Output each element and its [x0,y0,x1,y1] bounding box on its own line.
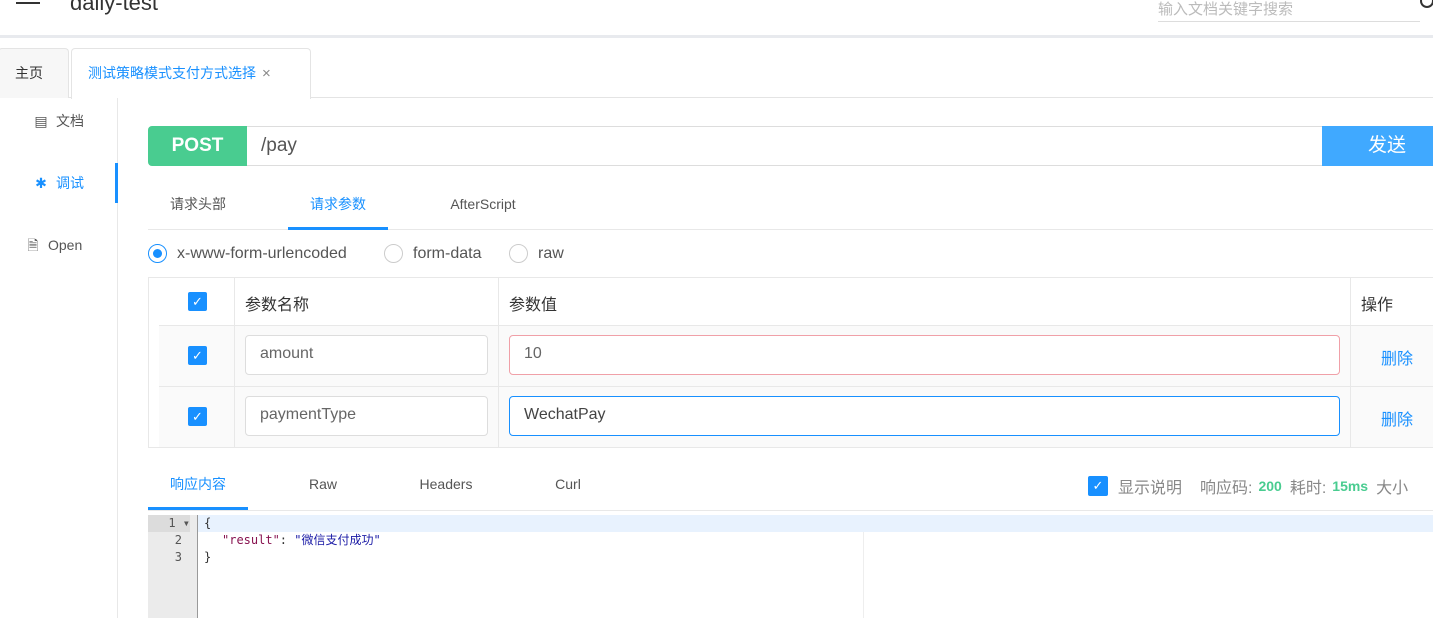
sidebar-item-label: Open [48,237,83,253]
time-value: 15ms [1332,478,1369,494]
column-header-name: 参数名称 [245,297,310,314]
radio-label: x-www-form-urlencoded [177,244,347,262]
row-checkbox[interactable]: ✓ [188,346,207,365]
row-checkbox[interactable]: ✓ [188,407,207,426]
search-icon[interactable] [1420,0,1433,8]
tab-label: 测试策略模式支付方式选择 [88,65,256,81]
tab-bar: 主页 测试策略模式支付方式选择 × [0,46,1433,99]
radio-label: raw [538,244,564,262]
show-desc-checkbox[interactable]: ✓ [1088,476,1108,496]
line-number: 2 [174,533,182,547]
radio-raw[interactable]: raw [509,244,564,263]
app-title: daily-test [70,0,159,15]
url-input[interactable]: /pay [247,126,1323,166]
tab-home[interactable]: 主页 [0,48,69,98]
sidebar-item-debug[interactable]: ✱ 调试 [0,163,118,203]
active-line-highlight [198,515,1433,532]
method-badge[interactable]: POST [148,126,247,166]
top-header: daily-test 输入文档关键字搜索 [0,0,1433,38]
file-icon: 🗎 [27,237,39,253]
code-line: } [204,550,212,564]
tab-params[interactable]: 请求参数 [288,182,388,230]
sidebar-item-label: 文档 [56,113,84,129]
code-line: { [204,516,212,530]
tab-response-headers[interactable]: Headers [396,462,496,510]
status-code-label: 响应码: [1200,480,1253,497]
send-button[interactable]: 发送 [1322,126,1433,166]
status-code: 200 [1258,478,1282,494]
tab-label: 主页 [15,65,43,81]
tab-afterscript[interactable]: AfterScript [433,182,533,230]
divider [159,325,1433,326]
delete-link[interactable]: 删除 [1381,345,1413,369]
divider [498,278,499,447]
divider [159,386,1433,387]
divider [234,278,235,447]
menu-collapse-icon[interactable] [16,0,40,10]
tab-headers[interactable]: 请求头部 [148,182,248,230]
size-label: 大小 [1376,480,1409,497]
radio-label: form-data [413,244,482,262]
request-tabs: 请求头部 请求参数 AfterScript [148,182,1433,230]
tab-response-content[interactable]: 响应内容 [148,462,248,510]
column-header-value: 参数值 [509,297,558,314]
radio-icon[interactable] [384,244,403,263]
line-gutter: 1 ▾ 2 3 [148,515,198,618]
radio-icon[interactable] [509,244,528,263]
time-label: 耗时: [1289,480,1327,497]
line-number: 3 [174,550,182,564]
radio-icon[interactable] [148,244,167,263]
tab-raw[interactable]: Raw [273,462,373,510]
sidebar-item-label: 调试 [56,175,84,191]
show-desc-label: 显示说明 [1118,480,1183,497]
param-value-input[interactable]: WechatPay [509,396,1340,436]
param-name-input[interactable]: paymentType [245,396,488,436]
column-header-action: 操作 [1361,297,1394,314]
line-number: 1 ▾ [148,515,190,532]
sidebar-item-docs[interactable]: ▤ 文档 [0,101,118,141]
search-input[interactable]: 输入文档关键字搜索 [1158,0,1420,22]
param-value-input[interactable]: 10 [509,335,1340,375]
bug-icon: ✱ [35,175,47,191]
document-icon: ▤ [34,113,48,129]
response-editor[interactable]: 1 ▾ 2 3 { "result": "微信支付成功" } [148,515,1433,618]
close-icon[interactable]: × [262,65,271,82]
code-line: "result": "微信支付成功" [222,533,381,547]
radio-form-data[interactable]: form-data [384,244,481,263]
param-name-input[interactable]: amount [245,335,488,375]
divider [1350,278,1351,447]
tab-api-test[interactable]: 测试策略模式支付方式选择 × [71,48,311,99]
delete-link[interactable]: 删除 [1381,406,1413,430]
params-table: ✓ 参数名称 参数值 操作 ✓ amount 10 删除 ✓ paymentTy… [148,277,1433,448]
sidebar-item-open[interactable]: 🗎 Open [0,225,118,265]
select-all-checkbox[interactable]: ✓ [188,292,207,311]
radio-urlencoded[interactable]: x-www-form-urlencoded [148,244,347,263]
response-meta: ✓ 显示说明 响应码: 200 耗时: 15ms 大小 [1088,474,1408,498]
sidebar: ▤ 文档 ✱ 调试 🗎 Open [0,98,118,618]
tab-curl[interactable]: Curl [518,462,618,510]
